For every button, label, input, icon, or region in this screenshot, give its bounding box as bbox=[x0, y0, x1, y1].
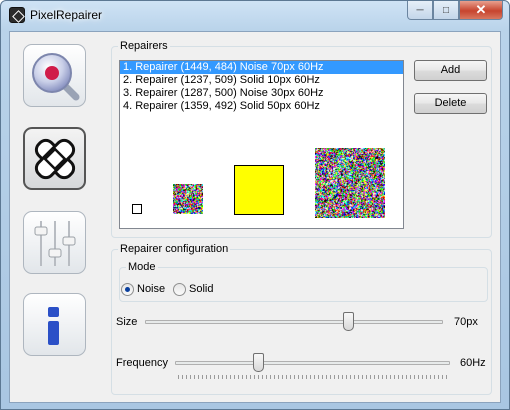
close-icon: ✕ bbox=[475, 2, 487, 17]
frequency-slider-ticks bbox=[178, 375, 448, 379]
preview-solid-50px bbox=[234, 165, 284, 215]
info-icon bbox=[48, 307, 59, 345]
list-item[interactable]: 2. Repairer (1237, 509) Solid 10px 60Hz bbox=[120, 74, 403, 87]
preview-noise-30px bbox=[173, 184, 203, 214]
maximize-button[interactable]: □ bbox=[433, 1, 459, 20]
minimize-icon: ─ bbox=[416, 4, 424, 16]
list-item[interactable]: 3. Repairer (1287, 500) Noise 30px 60Hz bbox=[120, 87, 403, 100]
app-window: PixelRepairer ─ □ ✕ Repairers 1. Repaire… bbox=[0, 0, 510, 410]
frequency-slider-thumb[interactable] bbox=[252, 353, 264, 372]
app-icon bbox=[9, 7, 25, 23]
minimize-button[interactable]: ─ bbox=[407, 1, 433, 20]
bandage-icon bbox=[34, 138, 76, 180]
magnifier-icon bbox=[32, 53, 80, 101]
list-item[interactable]: 4. Repairer (1359, 492) Solid 50px 60Hz bbox=[120, 100, 403, 113]
mode-noise-label[interactable]: Noise bbox=[137, 283, 165, 295]
title-bar[interactable]: PixelRepairer ─ □ ✕ bbox=[1, 1, 509, 31]
frequency-label: Frequency bbox=[116, 357, 168, 369]
nav-repairer-button[interactable] bbox=[23, 127, 86, 190]
mode-solid-label[interactable]: Solid bbox=[189, 283, 213, 295]
size-slider-thumb[interactable] bbox=[342, 312, 354, 331]
nav-finder-button[interactable] bbox=[23, 44, 86, 107]
frequency-slider-track[interactable] bbox=[175, 361, 450, 365]
size-slider-track[interactable] bbox=[145, 320, 443, 324]
config-group-title: Repairer configuration bbox=[120, 243, 229, 255]
window-title: PixelRepairer bbox=[30, 8, 103, 22]
mode-noise-radio[interactable] bbox=[121, 283, 134, 296]
size-value: 70px bbox=[454, 316, 478, 328]
list-item[interactable]: 1. Repairer (1449, 484) Noise 70px 60Hz bbox=[120, 61, 403, 74]
client-area: Repairers 1. Repairer (1449, 484) Noise … bbox=[9, 31, 501, 403]
size-label: Size bbox=[116, 316, 138, 328]
preview-solid-10px bbox=[132, 204, 142, 214]
mode-group: Mode bbox=[119, 261, 488, 302]
mode-group-title: Mode bbox=[128, 261, 156, 273]
close-button[interactable]: ✕ bbox=[459, 1, 503, 20]
frequency-value: 60Hz bbox=[460, 357, 486, 369]
nav-settings-button[interactable] bbox=[23, 211, 86, 274]
caption-buttons: ─ □ ✕ bbox=[407, 1, 503, 21]
mode-solid-radio[interactable] bbox=[173, 283, 186, 296]
preview-noise-70px bbox=[315, 148, 385, 218]
repairers-list[interactable]: 1. Repairer (1449, 484) Noise 70px 60Hz … bbox=[119, 60, 404, 229]
delete-button[interactable]: Delete bbox=[414, 93, 487, 114]
repairers-group-title: Repairers bbox=[120, 40, 168, 52]
maximize-icon: □ bbox=[442, 4, 450, 16]
nav-info-button[interactable] bbox=[23, 293, 86, 356]
sliders-icon bbox=[34, 221, 76, 266]
add-button[interactable]: Add bbox=[414, 60, 487, 81]
